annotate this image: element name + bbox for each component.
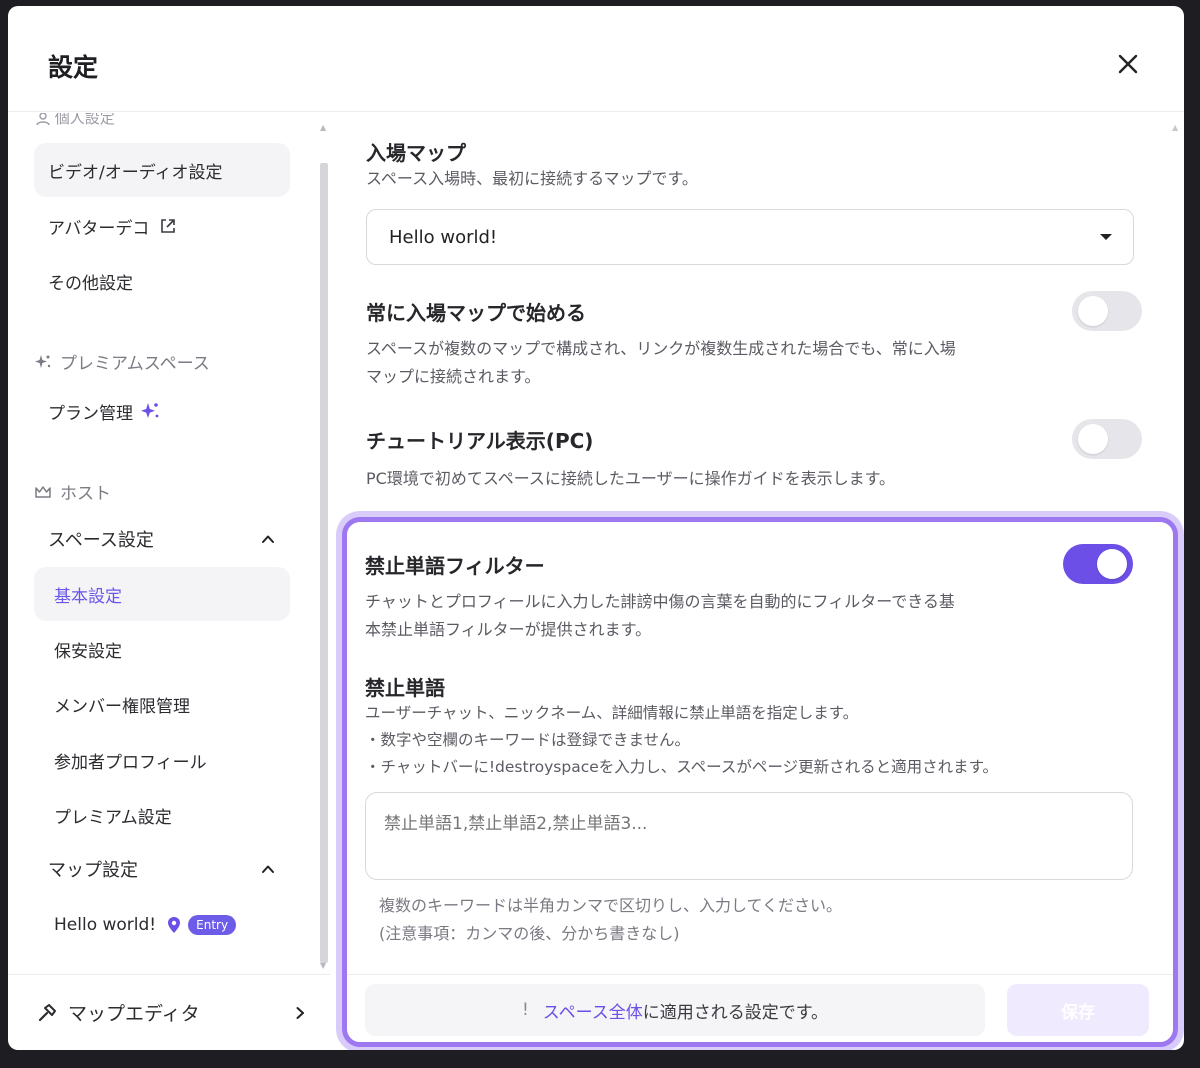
chevron-right-icon	[296, 1006, 304, 1019]
notice-icon: !	[521, 1000, 529, 1020]
sidebar-scrollbar[interactable]	[320, 163, 328, 963]
desc-line: ・チャットバーに!destroyspaceを入力し、スペースがページ更新されると…	[365, 758, 999, 776]
desc-line: スペースが複数のマップで構成され、リンクが複数生成された場合でも、常に入場	[366, 339, 956, 358]
filter-label: 禁止単語フィルター	[365, 554, 545, 578]
sidebar-group-label: スペース設定	[48, 530, 154, 551]
sidebar-group-label: マップ設定	[48, 860, 138, 881]
sidebar-item-other-settings[interactable]: その他設定	[34, 254, 290, 308]
modal-header: 設定	[8, 6, 1184, 112]
scope-notice: ! スペース全体に適用される設定です。	[365, 984, 985, 1036]
always-entry-toggle[interactable]	[1072, 291, 1142, 331]
sidebar-item-avatar-deco[interactable]: アバターデコ	[34, 199, 290, 253]
banned-words-desc: ユーザーチャット、ニックネーム、詳細情報に禁止単語を指定します。 ・数字や空欄の…	[365, 700, 998, 781]
filter-desc: チャットとプロフィールに入力した誹謗中傷の言葉を自動的にフィルターできる基 本禁…	[365, 588, 955, 644]
sidebar-item-plan[interactable]: プラン管理	[34, 384, 290, 438]
sidebar-section-label: 個人設定	[54, 113, 115, 127]
entry-map-label: 入場マップ	[366, 141, 466, 165]
tutorial-label: チュートリアル表示(PC)	[366, 429, 594, 453]
user-icon	[36, 113, 50, 125]
sidebar-section-label: ホスト	[60, 484, 111, 504]
hint-line: (注意事項：カンマの後、分かち書きなし)	[379, 924, 680, 943]
map-editor-label: マップエディタ	[68, 1003, 200, 1025]
sidebar-item-member-permissions[interactable]: メンバー権限管理	[34, 677, 290, 731]
chevron-up-icon	[262, 865, 274, 873]
crown-icon	[35, 485, 51, 498]
footer-divider	[347, 974, 1173, 975]
sidebar-item-participant-profile[interactable]: 参加者プロフィール	[34, 733, 290, 787]
map-editor-link[interactable]: マップエディタ	[8, 974, 330, 1050]
entry-map-select[interactable]: Hello world!	[366, 209, 1134, 265]
desc-line: 本禁止単語フィルターが提供されます。	[365, 620, 652, 639]
location-pin-icon	[168, 917, 181, 933]
sparkle-icon	[35, 354, 51, 368]
sidebar-item-basic-settings[interactable]: 基本設定	[34, 567, 290, 621]
always-entry-label: 常に入場マップで始める	[366, 301, 586, 325]
desc-line: マップに接続されます。	[366, 367, 541, 386]
sidebar-item-map-hello-world[interactable]: Hello world! Entry	[34, 898, 290, 952]
caret-down-icon	[1100, 234, 1112, 240]
sidebar-item-label: その他設定	[48, 273, 133, 294]
save-button[interactable]: 保存	[1007, 984, 1149, 1036]
toggle-knob	[1078, 296, 1108, 326]
notice-text: スペース全体に適用される設定です。	[543, 998, 828, 1023]
toggle-knob	[1097, 549, 1127, 579]
sidebar-item-label: 基本設定	[54, 586, 122, 607]
sidebar-item-video-audio[interactable]: ビデオ/オーディオ設定	[34, 143, 290, 197]
sidebar-section-personal: 個人設定	[36, 113, 115, 128]
settings-modal: 設定 個人設定 ビデオ/オーディオ設定 アバターデコ その他設定 プレミアムスペ…	[8, 6, 1184, 1050]
sidebar-item-label: Hello world!	[54, 915, 157, 935]
filter-toggle[interactable]	[1063, 544, 1133, 584]
sidebar-item-label: プラン管理	[48, 403, 133, 424]
notice-rest: に適用される設定です。	[642, 1002, 829, 1023]
sidebar-item-label: 保安設定	[54, 641, 122, 662]
notice-accent: スペース全体	[542, 1002, 643, 1023]
sidebar-section-premium: プレミアムスペース	[34, 349, 210, 374]
banned-word-filter-panel: 禁止単語フィルター チャットとプロフィールに入力した誹謗中傷の言葉を自動的にフィ…	[342, 517, 1178, 1047]
close-button[interactable]	[1108, 44, 1148, 84]
hammer-icon	[38, 1003, 56, 1021]
hint-line: 複数のキーワードは半角カンマで区切りし、入力してください。	[379, 896, 843, 915]
sidebar-scroll-down-icon[interactable]: ▼	[320, 961, 326, 970]
entry-map-desc: スペース入場時、最初に接続するマップです。	[366, 169, 698, 188]
sidebar-item-label: メンバー権限管理	[54, 696, 190, 717]
tutorial-desc: PC環境で初めてスペースに接続したユーザーに操作ガイドを表示します。	[366, 469, 895, 488]
modal-title: 設定	[48, 53, 99, 82]
content-scroll-up-icon[interactable]: ▲	[1172, 123, 1178, 132]
settings-sidebar: 個人設定 ビデオ/オーディオ設定 アバターデコ その他設定 プレミアムスペース …	[8, 113, 328, 973]
toggle-knob	[1078, 424, 1108, 454]
tutorial-toggle[interactable]	[1072, 419, 1142, 459]
entry-map-selected: Hello world!	[389, 226, 498, 248]
sidebar-group-space-settings[interactable]: スペース設定	[34, 517, 290, 561]
sidebar-group-map-settings[interactable]: マップ設定	[34, 847, 290, 891]
chevron-up-icon	[262, 535, 274, 543]
desc-line: ・数字や空欄のキーワードは登録できません。	[365, 731, 691, 749]
sidebar-item-label: ビデオ/オーディオ設定	[48, 162, 223, 183]
sidebar-item-premium-settings[interactable]: プレミアム設定	[34, 788, 290, 842]
external-link-icon	[161, 219, 176, 233]
sidebar-scroll-up-icon[interactable]: ▲	[320, 123, 326, 132]
banned-words-label: 禁止単語	[365, 676, 445, 700]
settings-content: ▲ 入場マップ スペース入場時、最初に接続するマップです。 Hello worl…	[330, 113, 1184, 1050]
sparkle-icon	[141, 403, 159, 418]
sidebar-item-label: 参加者プロフィール	[54, 752, 207, 773]
desc-line: チャットとプロフィールに入力した誹謗中傷の言葉を自動的にフィルターできる基	[365, 592, 955, 611]
sidebar-item-label: アバターデコ	[48, 218, 150, 239]
entry-badge: Entry	[188, 915, 237, 935]
sidebar-item-label: プレミアム設定	[54, 807, 172, 828]
sidebar-section-host: ホスト	[34, 479, 111, 504]
always-entry-desc: スペースが複数のマップで構成され、リンクが複数生成された場合でも、常に入場 マッ…	[366, 335, 956, 391]
sidebar-item-security-settings[interactable]: 保安設定	[34, 622, 290, 676]
sidebar-section-label: プレミアムスペース	[60, 354, 210, 374]
banned-words-hint: 複数のキーワードは半角カンマで区切りし、入力してください。 (注意事項：カンマの…	[379, 892, 842, 948]
close-icon	[1118, 54, 1138, 74]
banned-words-input[interactable]	[365, 792, 1133, 880]
desc-line: ユーザーチャット、ニックネーム、詳細情報に禁止単語を指定します。	[365, 704, 859, 722]
